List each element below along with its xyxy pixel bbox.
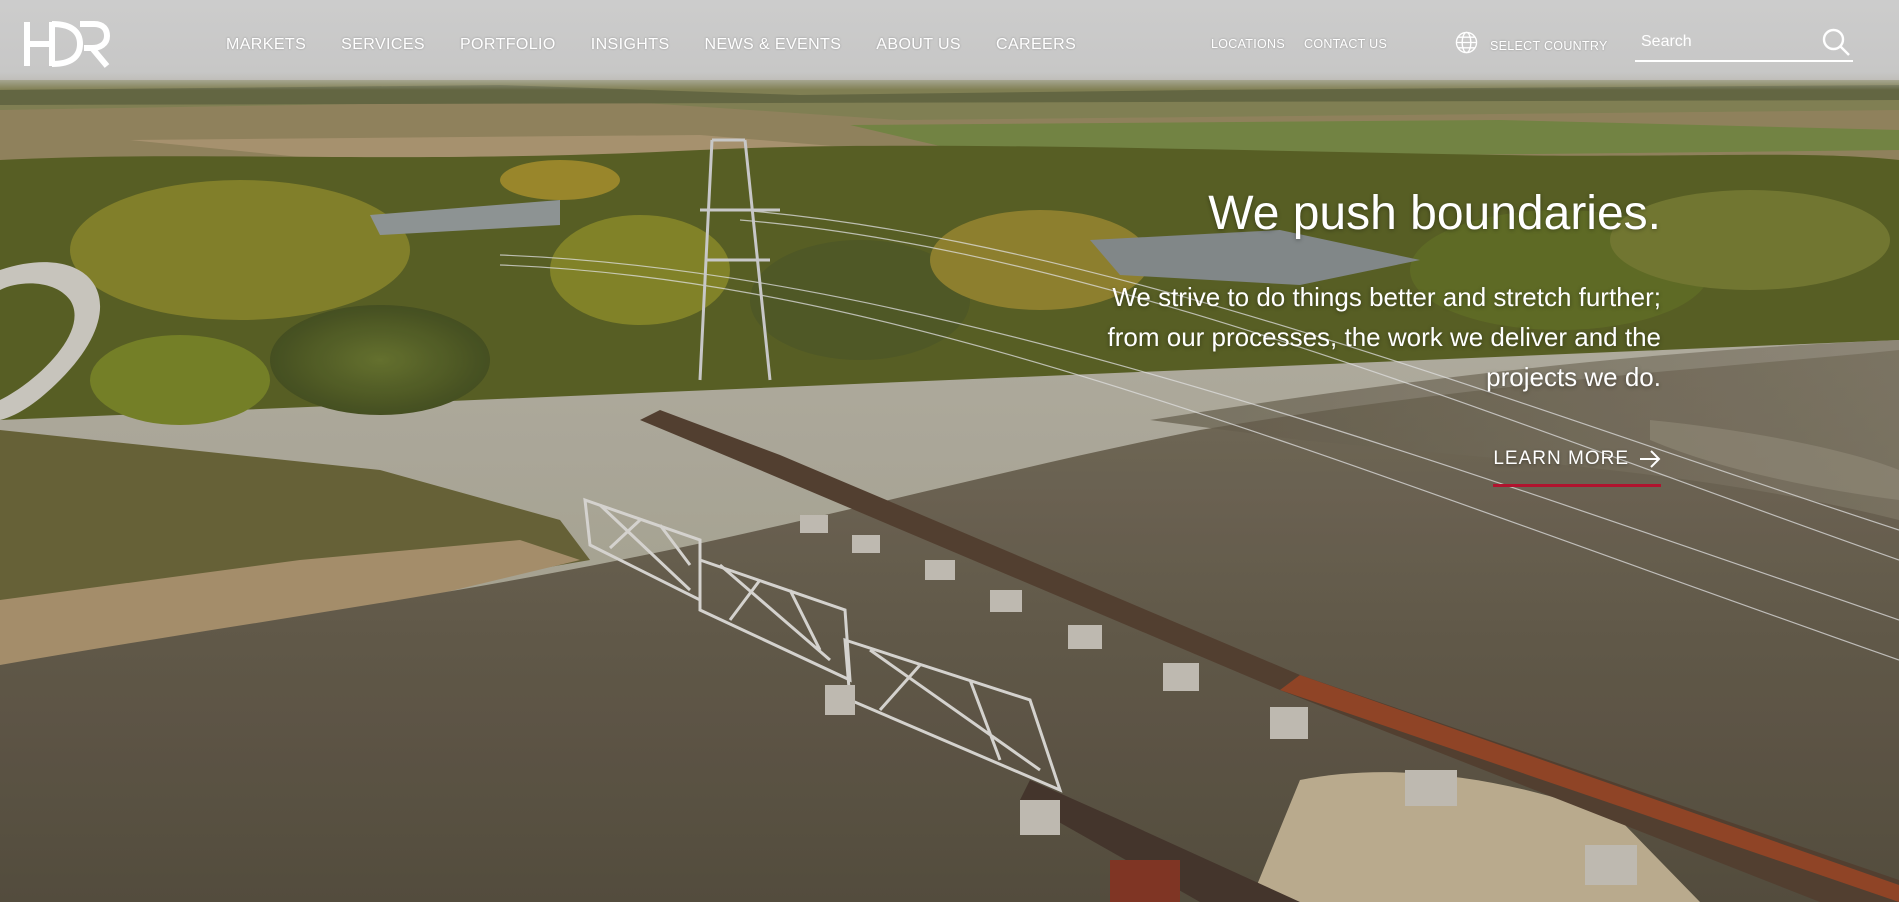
nav-markets[interactable]: MARKETS <box>226 36 306 54</box>
nav-portfolio[interactable]: PORTFOLIO <box>460 36 556 54</box>
search-input[interactable] <box>1639 28 1813 56</box>
nav-careers[interactable]: CAREERS <box>996 36 1076 54</box>
nav-insights[interactable]: INSIGHTS <box>591 36 670 54</box>
hdr-logo[interactable] <box>24 20 110 68</box>
main-nav: MARKETS SERVICES PORTFOLIO INSIGHTS NEWS… <box>226 36 1111 54</box>
locations-link[interactable]: LOCATIONS <box>1211 37 1285 51</box>
contact-us-link[interactable]: CONTACT US <box>1304 37 1387 51</box>
learn-more-label: LEARN MORE <box>1493 448 1629 469</box>
nav-services[interactable]: SERVICES <box>341 36 425 54</box>
arrow-right-icon <box>1640 450 1661 468</box>
hero-subcopy: We strive to do things better and stretc… <box>1107 282 1661 392</box>
nav-news-events[interactable]: NEWS & EVENTS <box>705 36 842 54</box>
select-country-button[interactable]: SELECT COUNTRY <box>1455 31 1608 54</box>
search-icon[interactable] <box>1821 27 1851 57</box>
select-country-label: SELECT COUNTRY <box>1490 39 1608 53</box>
learn-more-button[interactable]: LEARN MORE <box>1493 448 1661 487</box>
nav-about-us[interactable]: ABOUT US <box>876 36 961 54</box>
globe-icon <box>1455 31 1478 54</box>
site-header: MARKETS SERVICES PORTFOLIO INSIGHTS NEWS… <box>0 0 1899 90</box>
search-bar <box>1635 26 1853 62</box>
hero-headline: We push boundaries. <box>1208 187 1661 240</box>
